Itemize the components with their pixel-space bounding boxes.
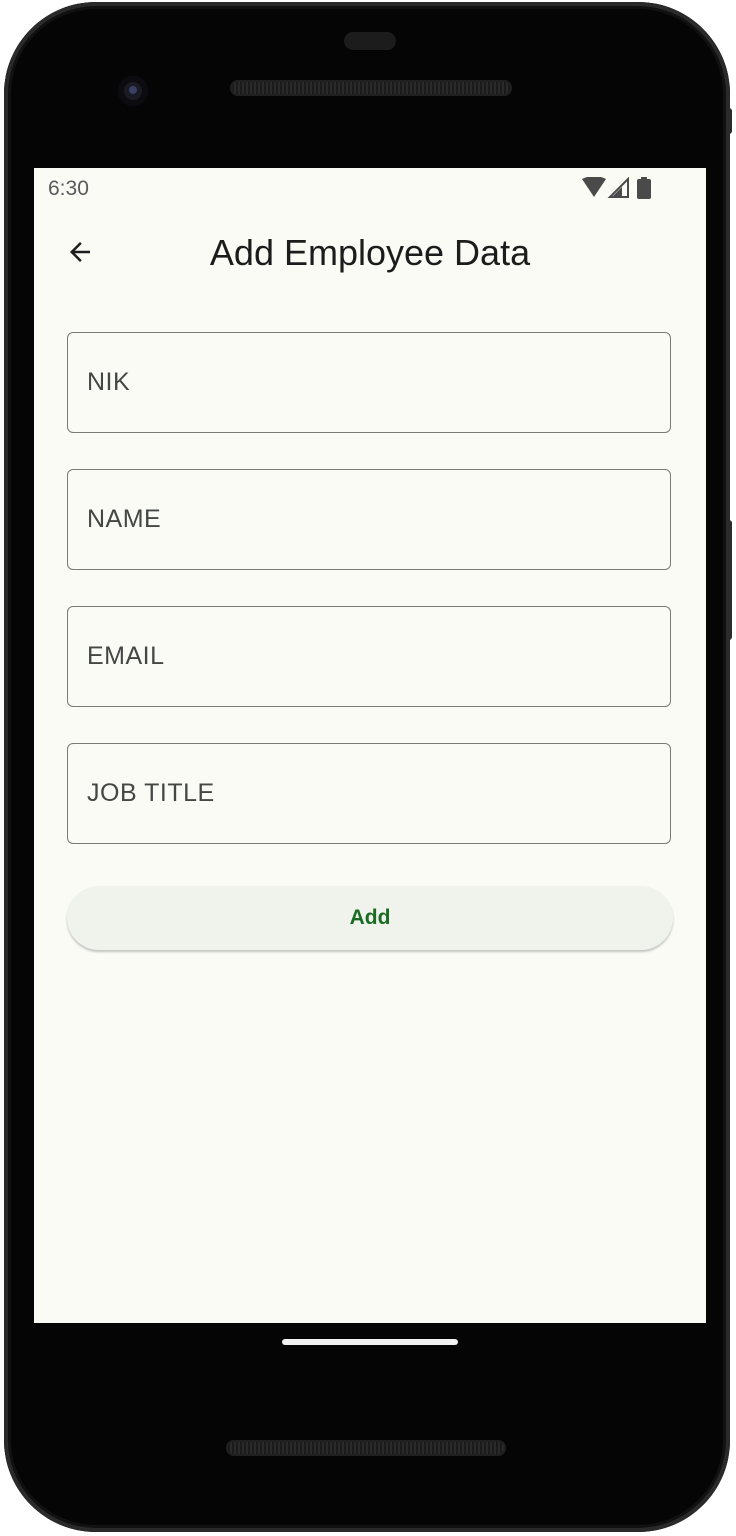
status-time: 6:30 xyxy=(48,177,89,200)
job-title-field[interactable] xyxy=(67,743,671,844)
job-title-input[interactable] xyxy=(68,744,670,843)
app-screen: 6:30 Add Employee Data NIK NAME EMAIL JO… xyxy=(34,168,706,1323)
power-button xyxy=(726,108,732,134)
wifi-icon xyxy=(582,176,606,197)
status-icons xyxy=(582,176,662,199)
bottom-speaker xyxy=(226,1440,506,1456)
name-input[interactable] xyxy=(68,470,670,569)
home-indicator[interactable] xyxy=(282,1339,458,1345)
front-camera xyxy=(118,76,148,106)
nik-field[interactable] xyxy=(67,332,671,433)
name-field[interactable] xyxy=(67,469,671,570)
email-field[interactable] xyxy=(67,606,671,707)
battery-icon xyxy=(637,177,651,199)
email-input[interactable] xyxy=(68,607,670,706)
status-bar: 6:30 xyxy=(34,168,706,208)
top-speaker xyxy=(230,80,512,96)
volume-button xyxy=(726,520,732,640)
cell-signal-fill xyxy=(612,187,622,197)
app-bar: Add Employee Data xyxy=(34,218,706,288)
earpiece xyxy=(344,32,396,50)
page-title: Add Employee Data xyxy=(209,232,531,273)
nik-input[interactable] xyxy=(68,333,670,432)
add-button[interactable]: Add xyxy=(67,886,673,950)
